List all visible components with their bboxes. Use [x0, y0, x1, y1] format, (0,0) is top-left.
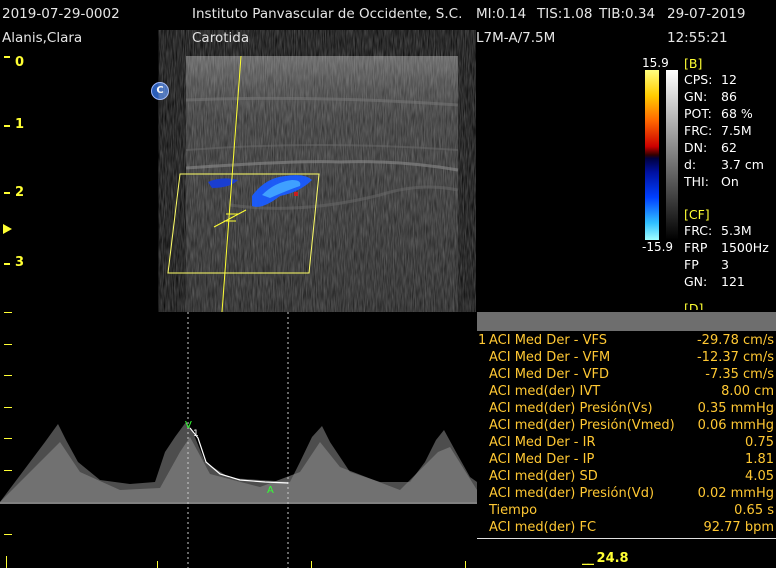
b-param-value: 12	[721, 72, 737, 87]
cf-mode-title: [CF]	[684, 207, 710, 222]
measurement-row: Tiempo 0.65 s	[477, 503, 776, 520]
exam-date: 29-07-2019	[667, 6, 746, 22]
cf-param-key: FP	[684, 257, 699, 272]
b-param-key: POT:	[684, 106, 712, 121]
measurement-value: 0.35 mmHg	[697, 401, 774, 416]
cf-param-value: 1500Hz	[721, 240, 769, 255]
measurement-label: ACI Med Der - VFS	[489, 333, 608, 348]
colorbar-scale	[645, 70, 659, 240]
measurement-value: 0.06 mmHg	[697, 418, 774, 433]
measurement-row: ACI med(der) Presión(Vd) 0.02 mmHg	[477, 486, 776, 503]
b-param-key: DN:	[684, 140, 708, 155]
measurement-row: ACI med(der) Presión(Vs) 0.35 mmHg	[477, 401, 776, 418]
d-mode-title: [D]	[684, 301, 704, 310]
b-param-value: On	[721, 174, 739, 189]
cf-param-key: FRP	[684, 240, 708, 255]
measurement-label: ACI med(der) SD	[489, 469, 598, 484]
measurement-row: ACI Med Der - IP 1.81	[477, 452, 776, 469]
b-mode-image[interactable]	[0, 0, 476, 312]
measurement-value: 92.77 bpm	[703, 520, 774, 535]
measurement-value: -12.37 cm/s	[696, 350, 774, 365]
cf-param-value: 121	[721, 274, 745, 289]
b-param-key: THI:	[684, 174, 709, 189]
cf-param-key: FRC:	[684, 223, 713, 238]
measurement-label: ACI Med Der - VFD	[489, 367, 609, 382]
peak-marker: 1	[193, 429, 199, 439]
b-param-key: GN:	[684, 89, 708, 104]
measurement-panel: 1 ACI Med Der - VFS -29.78 cm/s ACI Med Der…	[477, 312, 776, 540]
measurement-label: ACI med(der) Presión(Vd)	[489, 486, 655, 501]
measurement-label: ACI med(der) IVT	[489, 384, 601, 399]
measurement-value: -7.35 cm/s	[705, 367, 774, 382]
measurement-row: 1 ACI Med Der - VFS -29.78 cm/s	[477, 333, 776, 350]
measurement-value: 0.75	[745, 435, 774, 450]
b-param-value: 7.5M	[721, 123, 752, 138]
measurement-label: ACI Med Der - IP	[489, 452, 595, 467]
measurement-row: ACI med(der) SD 4.05	[477, 469, 776, 486]
b-param-key: FRC:	[684, 123, 713, 138]
measurement-panel-divider	[477, 538, 776, 539]
measurement-value: -29.78 cm/s	[696, 333, 774, 348]
b-param-value: 62	[721, 140, 737, 155]
mechanical-index: MI:0.14	[476, 6, 527, 22]
svg-text:V: V	[185, 420, 192, 431]
cf-param-key: GN:	[684, 274, 708, 289]
measurement-label: ACI Med Der - VFM	[489, 350, 611, 365]
measurement-label: ACI med(der) Presión(Vmed)	[489, 418, 675, 433]
doppler-spectrum[interactable]: V A 1	[0, 312, 477, 568]
cf-param-value: 3	[721, 257, 729, 272]
measurement-row: ACI med(der) Presión(Vmed) 0.06 mmHg	[477, 418, 776, 435]
measurement-value: 8.00 cm	[721, 384, 774, 399]
grayscale-bar	[666, 70, 678, 240]
b-param-value: 3.7 cm	[721, 157, 764, 172]
measurement-panel-header	[477, 312, 776, 331]
svg-text:A: A	[267, 485, 274, 496]
colorbar-max: 15.9	[642, 56, 669, 70]
cf-param-value: 5.3M	[721, 223, 752, 238]
b-param-key: d:	[684, 157, 697, 172]
measurement-label: Tiempo	[489, 503, 538, 518]
measurement-row: ACI med(der) FC 92.77 bpm	[477, 520, 776, 537]
measurement-row: ACI Med Der - VFM -12.37 cm/s	[477, 350, 776, 367]
measurement-row: ACI med(der) IVT 8.00 cm	[477, 384, 776, 401]
measurement-row: ACI Med Der - IR 0.75	[477, 435, 776, 452]
thermal-index-bone: TIB:0.34	[599, 6, 656, 22]
probe-info: L7M-A/7.5M	[476, 30, 556, 46]
b-param-value: 86	[721, 89, 737, 104]
b-mode-title: [B]	[684, 56, 703, 71]
thermal-index-soft: TIS:1.08	[537, 6, 593, 22]
measurement-index: 1	[478, 333, 487, 348]
sweep-speed: __ 24.8	[582, 551, 629, 566]
measurement-value: 0.65 s	[734, 503, 774, 518]
measurement-label: ACI med(der) FC	[489, 520, 597, 535]
exam-time: 12:55:21	[667, 30, 728, 46]
measurement-value: 0.02 mmHg	[697, 486, 774, 501]
measurement-value: 4.05	[745, 469, 774, 484]
colorbar-min: -15.9	[642, 240, 674, 254]
measurement-label: ACI Med Der - IR	[489, 435, 596, 450]
b-param-value: 68 %	[721, 106, 753, 121]
measurement-value: 1.81	[745, 452, 774, 467]
measurement-row: ACI Med Der - VFD -7.35 cm/s	[477, 367, 776, 384]
measurement-label: ACI med(der) Presión(Vs)	[489, 401, 653, 416]
b-param-key: CPS:	[684, 72, 713, 87]
